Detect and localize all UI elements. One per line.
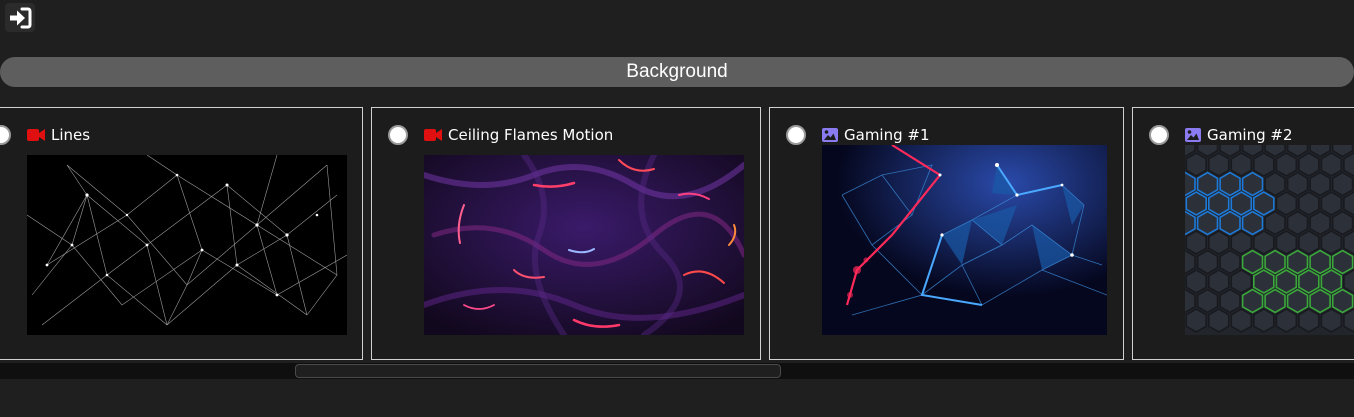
- card-title-row: Ceiling Flames Motion: [424, 126, 613, 144]
- background-preview: [27, 155, 347, 335]
- select-radio[interactable]: [0, 125, 11, 145]
- background-section-header[interactable]: Background: [0, 57, 1354, 87]
- horizontal-scrollbar[interactable]: [0, 363, 1354, 379]
- card-title-row: Gaming #1: [822, 126, 930, 144]
- card-title: Gaming #2: [1207, 126, 1293, 144]
- card-title: Lines: [51, 126, 91, 144]
- card-title-row: Lines: [27, 126, 90, 144]
- background-preview: [424, 155, 744, 335]
- video-icon: [424, 129, 442, 141]
- select-radio[interactable]: [786, 125, 806, 145]
- background-preview: [822, 145, 1107, 335]
- card-title: Gaming #1: [844, 126, 930, 144]
- card-title: Ceiling Flames Motion: [448, 126, 614, 144]
- video-icon: [27, 129, 45, 141]
- image-icon: [1185, 128, 1201, 142]
- background-list: Lines Ceiling Flames Motion Gaming #1 Ga…: [0, 107, 1354, 363]
- sign-in-icon: [10, 7, 32, 28]
- scrollbar-thumb[interactable]: [295, 364, 781, 378]
- section-title: Background: [626, 61, 728, 82]
- card-title-row: Gaming #2: [1185, 126, 1293, 144]
- select-radio[interactable]: [1149, 125, 1169, 145]
- login-button[interactable]: [5, 3, 35, 32]
- background-card-gaming-1[interactable]: Gaming #1: [769, 107, 1124, 360]
- background-card-gaming-2[interactable]: Gaming #2: [1132, 107, 1354, 360]
- background-card-ceiling-flames[interactable]: Ceiling Flames Motion: [371, 107, 761, 360]
- image-icon: [822, 128, 838, 142]
- background-preview: [1185, 145, 1354, 335]
- select-radio[interactable]: [388, 125, 408, 145]
- background-card-lines[interactable]: Lines: [0, 107, 363, 360]
